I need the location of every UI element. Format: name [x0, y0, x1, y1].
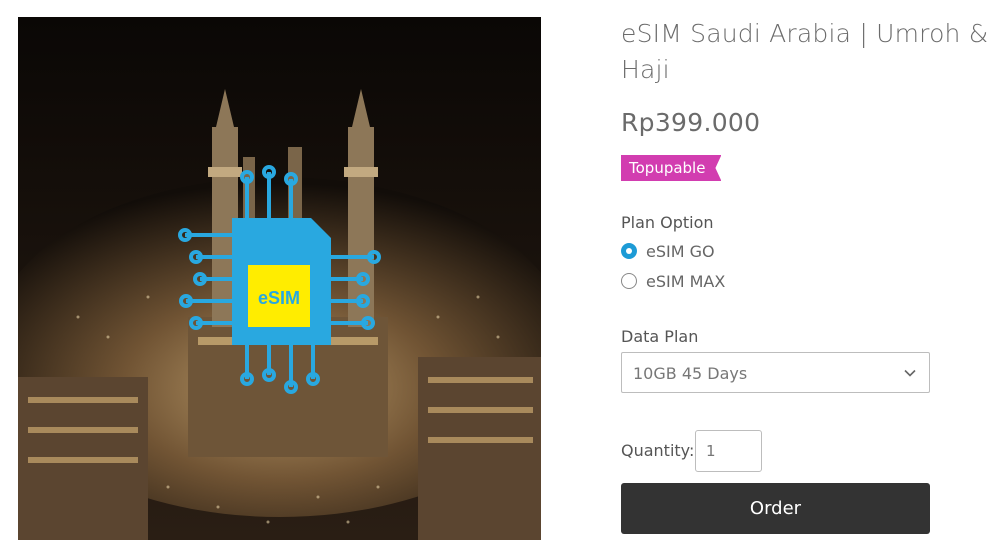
quantity-label: Quantity: — [621, 441, 695, 460]
product-price: Rp399.000 — [621, 108, 761, 137]
order-button[interactable]: Order — [621, 483, 930, 534]
sim-chip-label: eSIM — [258, 288, 300, 308]
product-title: eSIM Saudi Arabia | Umroh & Haji — [621, 19, 989, 84]
radio-button[interactable] — [621, 273, 637, 289]
data-plan-label: Data Plan — [621, 327, 699, 346]
product-image: eSIM — [18, 17, 541, 540]
plan-option-esim-max[interactable]: eSIM MAX — [621, 270, 725, 292]
data-plan-selected-value: 10GB 45 Days — [633, 364, 748, 383]
plan-option-label: Plan Option — [621, 213, 714, 232]
topupable-badge: Topupable — [621, 155, 722, 181]
radio-button-selected[interactable] — [621, 243, 637, 259]
plan-option-label-text: eSIM MAX — [646, 271, 726, 291]
quantity-input[interactable] — [695, 430, 762, 472]
data-plan-select[interactable]: 10GB 45 Days — [621, 352, 930, 393]
plan-option-label-text: eSIM GO — [646, 241, 715, 261]
plan-option-esim-go[interactable]: eSIM GO — [621, 240, 715, 262]
chevron-down-icon — [904, 369, 916, 377]
